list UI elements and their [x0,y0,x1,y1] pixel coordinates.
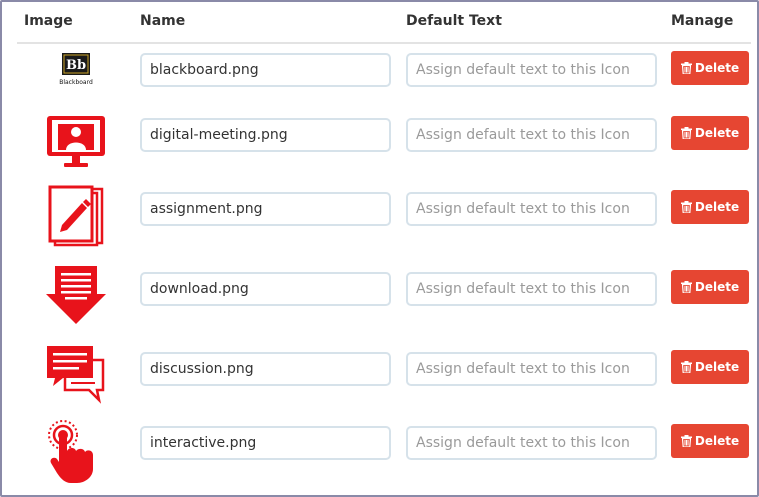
header-image: Image [24,13,73,29]
name-field[interactable]: download.png [140,272,391,306]
delete-button[interactable]: Delete [671,350,749,384]
default-text-field[interactable]: Assign default text to this Icon [406,426,657,460]
name-field[interactable]: discussion.png [140,352,391,386]
trash-icon [680,62,692,74]
trash-icon [680,361,692,373]
delete-button-label: Delete [694,200,740,214]
delete-button-label: Delete [694,61,740,75]
delete-button-label: Delete [694,280,740,294]
svg-text:Blackboard: Blackboard [59,79,93,86]
delete-button[interactable]: Delete [671,51,749,85]
delete-button-label: Delete [694,126,740,140]
name-field[interactable]: blackboard.png [140,53,391,87]
table-row: assignment.png Assign default text to th… [2,180,757,247]
name-field[interactable]: assignment.png [140,192,391,226]
svg-text:Bb: Bb [66,58,86,73]
table-row: digital-meeting.png Assign default text … [2,106,757,167]
digital-meeting-icon [42,110,110,174]
interactive-icon [42,420,110,484]
delete-button-label: Delete [694,434,740,448]
default-text-field[interactable]: Assign default text to this Icon [406,192,657,226]
default-text-field[interactable]: Assign default text to this Icon [406,272,657,306]
table-header: Image Name Default Text Manage [2,12,757,36]
header-manage: Manage [671,13,734,29]
delete-button[interactable]: Delete [671,424,749,458]
header-default-text: Default Text [406,13,502,29]
name-field[interactable]: interactive.png [140,426,391,460]
trash-icon [680,435,692,447]
assignment-icon [42,184,110,248]
delete-button[interactable]: Delete [671,270,749,304]
delete-button-label: Delete [694,360,740,374]
default-text-field[interactable]: Assign default text to this Icon [406,53,657,87]
download-icon [42,262,110,326]
default-text-field[interactable]: Assign default text to this Icon [406,118,657,152]
icon-manager-panel: Image Name Default Text Manage Bb Blackb… [0,0,759,497]
trash-icon [680,127,692,139]
discussion-icon [42,340,110,404]
table-row: discussion.png Assign default text to th… [2,340,757,404]
table-row: Bb Blackboard blackboard.png Assign defa… [2,42,757,102]
default-text-field[interactable]: Assign default text to this Icon [406,352,657,386]
delete-button[interactable]: Delete [671,190,749,224]
header-name: Name [140,13,186,29]
blackboard-logo-icon: Bb Blackboard [42,38,110,102]
trash-icon [680,201,692,213]
table-row: interactive.png Assign default text to t… [2,414,757,483]
trash-icon [680,281,692,293]
table-row: download.png Assign default text to this… [2,260,757,324]
delete-button[interactable]: Delete [671,116,749,150]
name-field[interactable]: digital-meeting.png [140,118,391,152]
